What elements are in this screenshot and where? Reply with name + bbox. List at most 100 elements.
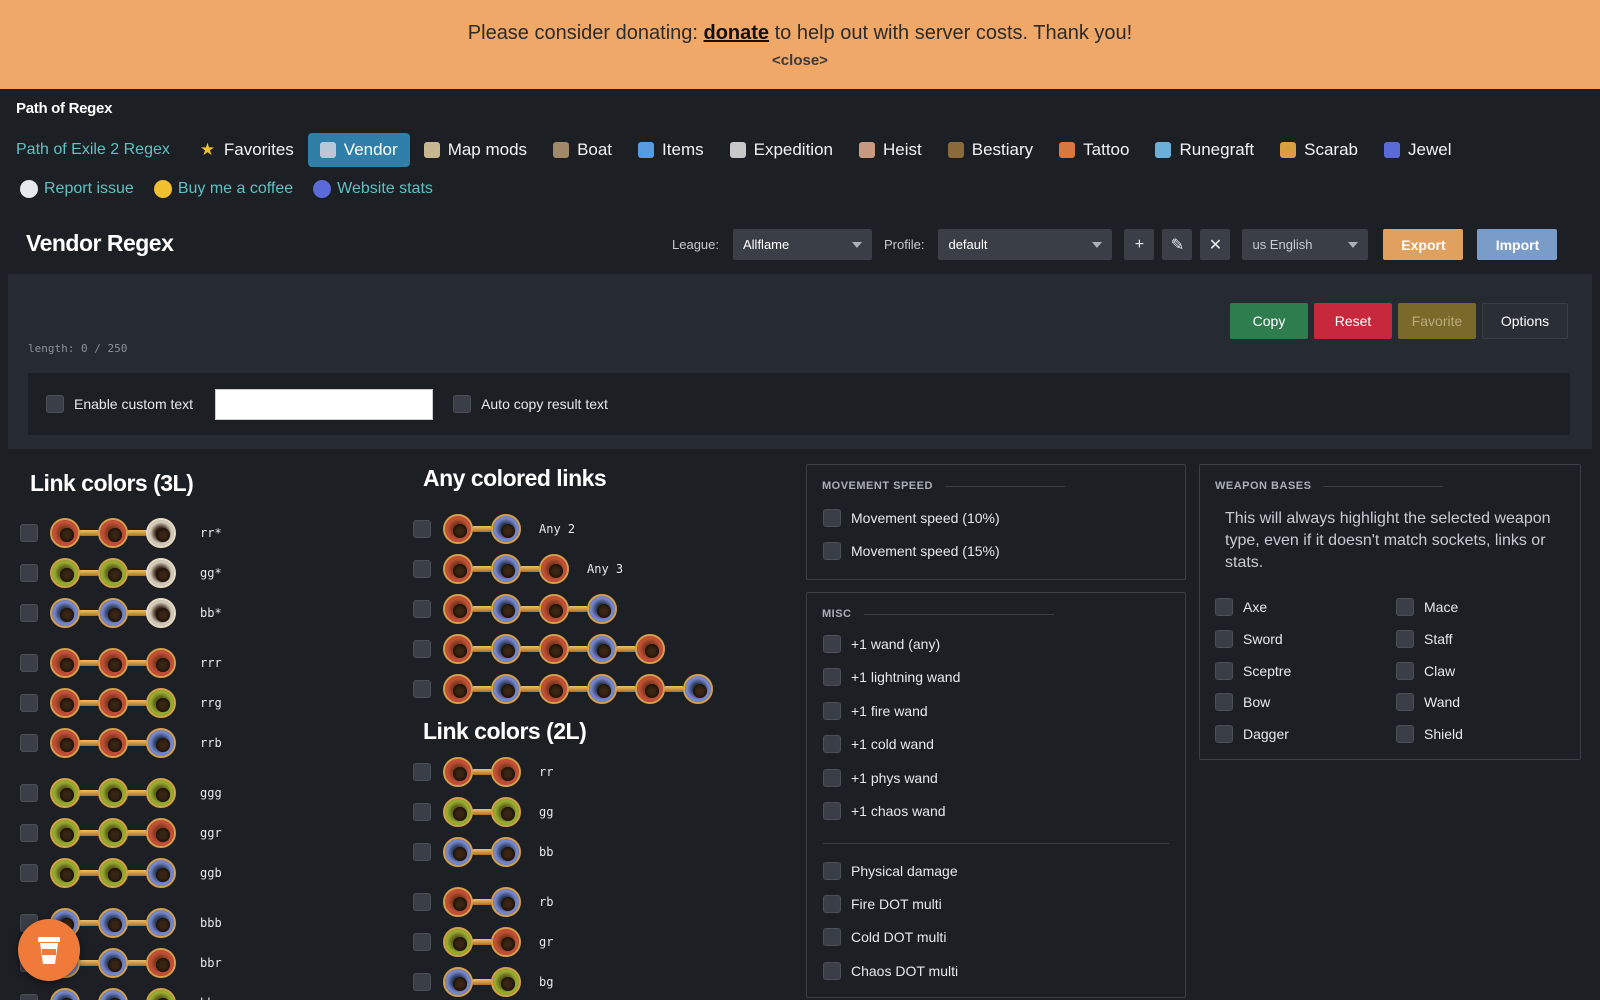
misc-option[interactable]: +1 wand (any) (823, 635, 940, 653)
buy-me-a-coffee-link[interactable]: Buy me a coffee (153, 180, 293, 198)
nav-tattoo[interactable]: Tattoo (1047, 133, 1141, 167)
link-option-row[interactable]: bb (413, 835, 553, 869)
link-option-checkbox[interactable] (413, 520, 431, 538)
link-option-checkbox[interactable] (413, 600, 431, 618)
weapon-option[interactable]: Staff (1396, 630, 1453, 648)
weapon-option[interactable]: Wand (1396, 693, 1460, 711)
link-option-checkbox[interactable] (20, 734, 38, 752)
link-option-checkbox[interactable] (20, 824, 38, 842)
misc-option-checkbox[interactable] (823, 928, 841, 946)
nav-bestiary[interactable]: Bestiary (936, 133, 1045, 167)
donate-link[interactable]: donate (704, 22, 770, 44)
nav-map-mods[interactable]: Map mods (412, 133, 539, 167)
link-option-row[interactable] (413, 592, 635, 626)
link-option-checkbox[interactable] (413, 973, 431, 991)
link-option-row[interactable]: ggb (20, 856, 222, 890)
misc-option-checkbox[interactable] (823, 862, 841, 880)
link-option-checkbox[interactable] (413, 843, 431, 861)
misc-option-checkbox[interactable] (823, 668, 841, 686)
nav-runegraft[interactable]: Runegraft (1143, 133, 1266, 167)
link-option-row[interactable]: rrb (20, 726, 222, 760)
weapon-option[interactable]: Sword (1215, 630, 1283, 648)
weapon-option-checkbox[interactable] (1215, 630, 1233, 648)
website-stats-link[interactable]: Website stats (313, 180, 433, 198)
app-title[interactable]: Path of Regex (16, 100, 112, 117)
link-option-row[interactable]: bg (413, 965, 553, 999)
nav-jewel[interactable]: Jewel (1372, 133, 1463, 167)
weapon-option-checkbox[interactable] (1215, 725, 1233, 743)
nav-items[interactable]: Items (626, 133, 716, 167)
link-option-checkbox[interactable] (20, 564, 38, 582)
link-option-checkbox[interactable] (413, 803, 431, 821)
link-option-checkbox[interactable] (20, 654, 38, 672)
edit-profile-button[interactable]: ✎ (1162, 229, 1193, 260)
misc-option-checkbox[interactable] (823, 802, 841, 820)
favorite-button[interactable]: Favorite (1398, 303, 1476, 339)
misc-option-checkbox[interactable] (823, 769, 841, 787)
link-option-row[interactable]: rrg (20, 686, 222, 720)
misc-option[interactable]: Chaos DOT multi (823, 962, 958, 980)
link-option-row[interactable]: rr (413, 755, 553, 789)
language-select[interactable]: us English (1242, 229, 1369, 260)
nav-vendor[interactable]: Vendor (307, 133, 410, 167)
weapon-option[interactable]: Sceptre (1215, 662, 1291, 680)
import-button[interactable]: Import (1477, 229, 1558, 260)
link-option-checkbox[interactable] (413, 933, 431, 951)
weapon-option[interactable]: Mace (1396, 598, 1458, 616)
misc-option[interactable]: Fire DOT multi (823, 895, 942, 913)
link-option-checkbox[interactable] (413, 640, 431, 658)
link-option-checkbox[interactable] (20, 524, 38, 542)
movement-option-checkbox[interactable] (823, 542, 841, 560)
nav-favorites[interactable]: ★ Favorites (188, 133, 306, 167)
close-banner-button[interactable]: <close> (0, 52, 1600, 69)
weapon-option-checkbox[interactable] (1215, 598, 1233, 616)
weapon-option[interactable]: Claw (1396, 662, 1455, 680)
link-option-row[interactable]: bbg (20, 986, 222, 1000)
nav-scarab[interactable]: Scarab (1268, 133, 1370, 167)
weapon-option-checkbox[interactable] (1215, 662, 1233, 680)
delete-profile-button[interactable]: ✕ (1200, 229, 1231, 260)
link-option-checkbox[interactable] (413, 560, 431, 578)
link-option-row[interactable]: ggg (20, 776, 222, 810)
link-option-row[interactable]: gg* (20, 556, 222, 590)
add-profile-button[interactable]: + (1124, 229, 1155, 260)
link-option-checkbox[interactable] (20, 604, 38, 622)
weapon-option-checkbox[interactable] (1396, 693, 1414, 711)
misc-option[interactable]: +1 phys wand (823, 769, 938, 787)
custom-text-input[interactable] (215, 388, 434, 420)
misc-option[interactable]: Cold DOT multi (823, 928, 946, 946)
link-option-row[interactable]: ggr (20, 816, 222, 850)
link-option-row[interactable]: Any 3 (413, 552, 623, 586)
link-option-row[interactable]: rb (413, 885, 553, 919)
misc-option[interactable]: +1 cold wand (823, 735, 934, 753)
misc-option-checkbox[interactable] (823, 702, 841, 720)
movement-option-checkbox[interactable] (823, 509, 841, 527)
link-option-row[interactable]: Any 2 (413, 512, 575, 546)
weapon-option[interactable]: Axe (1215, 598, 1267, 616)
misc-option[interactable]: Physical damage (823, 862, 958, 880)
link-option-row[interactable]: rrr (20, 646, 222, 680)
weapon-option-checkbox[interactable] (1396, 630, 1414, 648)
weapon-option[interactable]: Shield (1396, 725, 1463, 743)
weapon-option-checkbox[interactable] (1396, 725, 1414, 743)
reset-button[interactable]: Reset (1314, 303, 1392, 339)
buy-coffee-button[interactable] (18, 919, 80, 981)
misc-option-checkbox[interactable] (823, 962, 841, 980)
weapon-option-checkbox[interactable] (1396, 662, 1414, 680)
link-option-checkbox[interactable] (413, 893, 431, 911)
weapon-option[interactable]: Dagger (1215, 725, 1289, 743)
misc-option-checkbox[interactable] (823, 895, 841, 913)
misc-option[interactable]: +1 lightning wand (823, 668, 960, 686)
link-option-checkbox[interactable] (20, 784, 38, 802)
misc-option[interactable]: +1 chaos wand (823, 802, 946, 820)
link-option-checkbox[interactable] (413, 763, 431, 781)
poe2-link[interactable]: Path of Exile 2 Regex (16, 141, 170, 159)
league-select[interactable]: Allflame (733, 229, 872, 260)
movement-option[interactable]: Movement speed (15%) (823, 542, 1000, 560)
misc-option-checkbox[interactable] (823, 735, 841, 753)
nav-heist[interactable]: Heist (847, 133, 934, 167)
misc-option-checkbox[interactable] (823, 635, 841, 653)
link-option-checkbox[interactable] (20, 864, 38, 882)
auto-copy-checkbox[interactable] (453, 395, 472, 413)
link-option-row[interactable] (413, 672, 731, 706)
